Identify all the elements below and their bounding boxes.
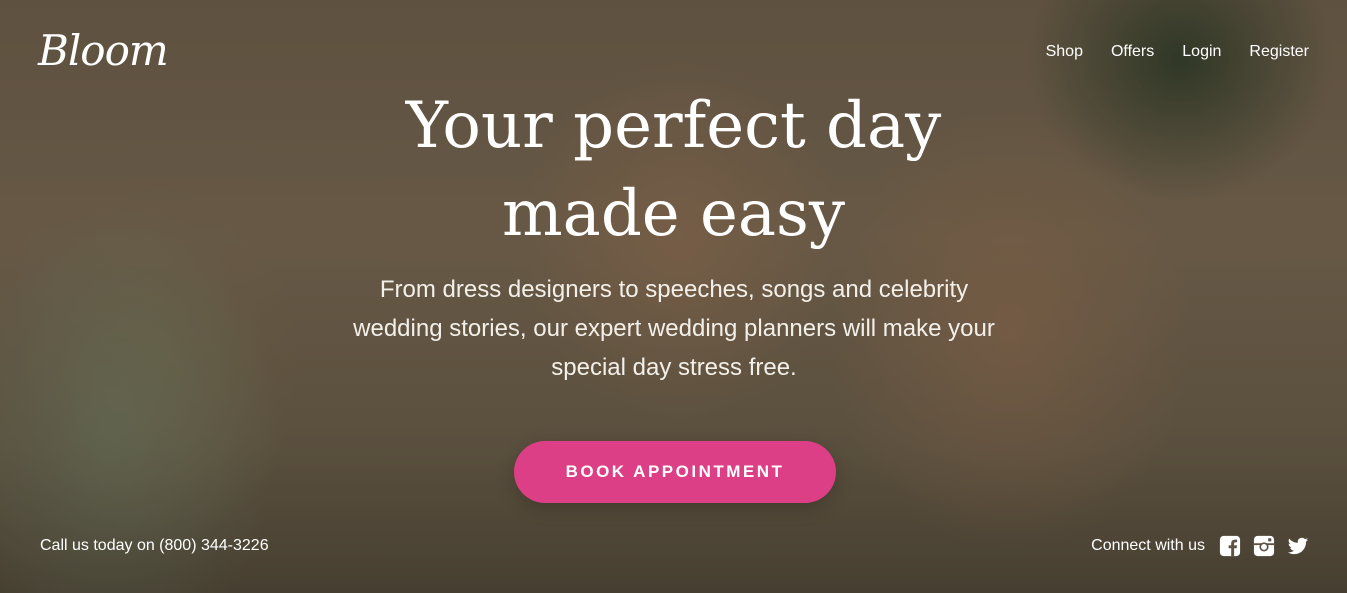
twitter-icon[interactable]: [1287, 535, 1309, 557]
nav-link-offers[interactable]: Offers: [1111, 43, 1154, 61]
nav-link-shop[interactable]: Shop: [1046, 43, 1083, 61]
hero-headline-line1: Your perfect day: [405, 89, 942, 163]
call-us-text: Call us today on (800) 344-3226: [40, 537, 269, 554]
top-navigation: Shop Offers Login Register: [1046, 43, 1309, 61]
instagram-icon[interactable]: [1253, 535, 1275, 557]
nav-link-register[interactable]: Register: [1249, 43, 1309, 61]
connect-label: Connect with us: [1091, 537, 1205, 554]
brand-logo[interactable]: Bloom: [38, 30, 169, 72]
hero-subheading: From dress designers to speeches, songs …: [353, 276, 995, 381]
social-connect: Connect with us: [1091, 535, 1309, 557]
hero-headline-line2: made easy: [501, 177, 846, 251]
facebook-icon[interactable]: [1219, 535, 1241, 557]
nav-link-login[interactable]: Login: [1182, 43, 1221, 61]
hero-headline: Your perfect day made easy: [0, 82, 1347, 258]
book-appointment-button[interactable]: BOOK APPOINTMENT: [514, 441, 836, 503]
